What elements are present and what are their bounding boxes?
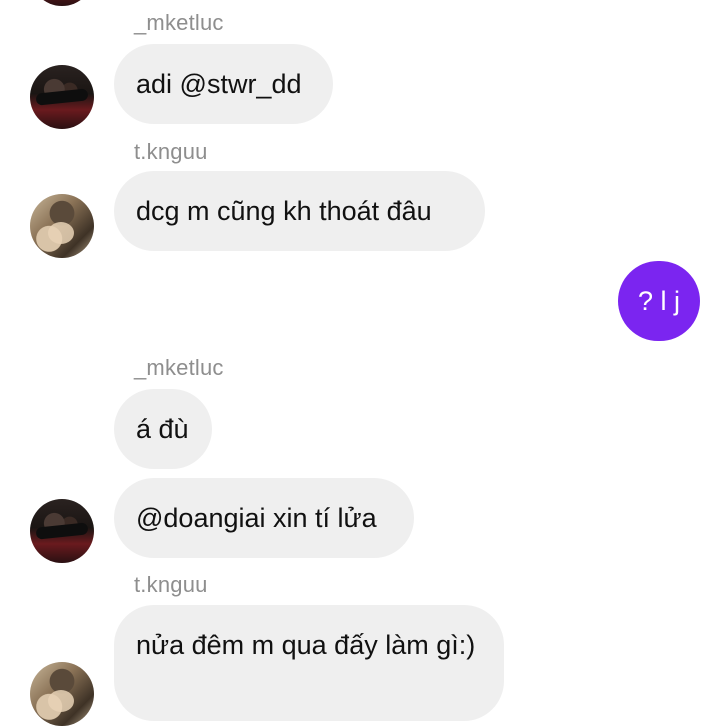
chat-thread[interactable]: _mketluc adi @stwr_dd t.knguu dcg m cũng…	[0, 0, 720, 728]
avatar[interactable]	[30, 0, 94, 6]
message-text: á đù	[136, 414, 189, 444]
message-bubble[interactable]: dcg m cũng kh thoát đâu	[114, 171, 485, 251]
my-message-bubble[interactable]: ? l j	[618, 261, 700, 341]
avatar[interactable]	[30, 194, 94, 258]
avatar[interactable]	[30, 499, 94, 563]
message-text: @doangiai xin tí lửa	[136, 503, 377, 533]
message-text: ? l j	[637, 285, 681, 316]
message-bubble[interactable]: nửa đêm m qua đấy làm gì:)	[114, 605, 504, 721]
avatar[interactable]	[30, 65, 94, 129]
sender-name: t.knguu	[134, 139, 208, 164]
message-text: adi @stwr_dd	[136, 69, 302, 99]
sender-name: t.knguu	[134, 572, 208, 597]
sender-name: _mketluc	[134, 10, 224, 35]
message-text: dcg m cũng kh thoát đâu	[136, 196, 432, 226]
avatar[interactable]	[30, 662, 94, 726]
message-text: nửa đêm m qua đấy làm gì:)	[136, 630, 476, 660]
message-bubble[interactable]: adi @stwr_dd	[114, 44, 333, 124]
message-bubble[interactable]: á đù	[114, 389, 212, 469]
sender-name: _mketluc	[134, 355, 224, 380]
message-bubble[interactable]: @doangiai xin tí lửa	[114, 478, 414, 558]
